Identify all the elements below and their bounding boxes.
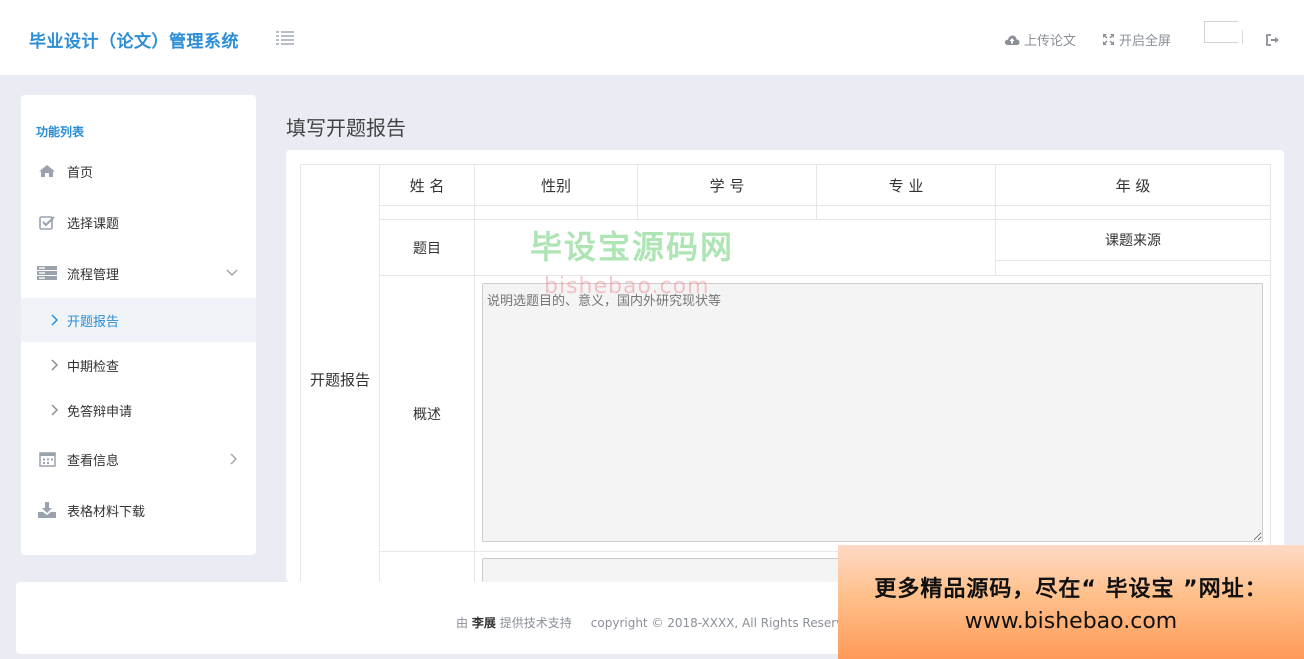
header-student-id: 学 号 (709, 176, 745, 195)
sidebar-item-label: 查看信息 (67, 453, 120, 469)
value-name-cell[interactable] (379, 205, 475, 220)
footer-prefix: 由 (456, 616, 469, 630)
footer-author-link[interactable]: 李展 (472, 616, 496, 630)
topic-label: 题目 (413, 240, 441, 257)
value-major-cell[interactable] (816, 205, 996, 220)
header-major: 专 业 (888, 176, 924, 195)
header-grade: 年 级 (1115, 176, 1151, 195)
sidebar-sub-item-label: 免答辩申请 (67, 404, 133, 420)
proposal-form-panel: 开题报告 姓 名 性别 学 号 专 业 年 级 题目 课题来源 概述 (286, 150, 1284, 582)
sidebar-heading: 功能列表 (36, 125, 85, 139)
sidebar-item-select-topic[interactable]: 选择课题 (21, 200, 256, 244)
sidebar-item-label: 流程管理 (67, 267, 120, 283)
sidebar-item-view-info[interactable]: 查看信息 (21, 437, 256, 481)
menu-toggle-button[interactable] (276, 30, 294, 46)
header-student-id-cell: 学 号 (637, 164, 817, 206)
calendar-icon (37, 451, 57, 467)
download-icon (37, 502, 57, 518)
list-icon (276, 31, 294, 45)
topic-source-label: 课题来源 (1105, 233, 1161, 249)
footer-suffix: 提供技术支持 (499, 616, 572, 630)
section-label: 开题报告 (309, 370, 370, 389)
footer-copyright: copyright © 2018-XXXX, All Rights Reserv… (590, 616, 851, 630)
next-label-cell (379, 551, 475, 582)
sidebar-item-home[interactable]: 首页 (21, 149, 256, 193)
sidebar-item-label: 表格材料下载 (67, 504, 146, 520)
footer-text: 由 李展 提供技术支持 copyright © 2018-XXXX, All R… (456, 614, 851, 631)
watermark-cn: 毕设宝源码网 (530, 228, 735, 266)
chevron-right-icon (51, 359, 59, 371)
sidebar-item-downloads[interactable]: 表格材料下载 (21, 488, 256, 532)
header-major-cell: 专 业 (816, 164, 996, 206)
checkbox-icon (37, 215, 57, 230)
section-label-cell: 开题报告 (300, 164, 380, 582)
expand-icon (1103, 34, 1114, 45)
value-gender-cell[interactable] (474, 205, 638, 220)
chevron-right-icon (230, 453, 238, 469)
header-gender: 性别 (540, 176, 571, 195)
sidebar-sub-item-midterm[interactable]: 中期检查 (21, 343, 256, 387)
sidebar-sub-item-proposal[interactable]: 开题报告 (21, 298, 256, 342)
sidebar-item-label: 选择课题 (67, 216, 120, 232)
overview-label: 概述 (413, 406, 441, 423)
fullscreen-button[interactable]: 开启全屏 (1102, 30, 1171, 49)
chevron-right-icon (51, 404, 59, 416)
header-grade-cell: 年 级 (995, 164, 1271, 206)
overview-textarea[interactable] (482, 283, 1263, 542)
header-gender-cell: 性别 (474, 164, 638, 206)
user-avatar[interactable] (1204, 21, 1238, 43)
header-divider (1242, 30, 1243, 44)
upload-thesis-button[interactable]: 上传论文 (1004, 30, 1076, 49)
app-title: 毕业设计（论文）管理系统 (29, 32, 239, 52)
sign-out-icon (1266, 34, 1279, 46)
server-icon (37, 266, 57, 280)
sidebar: 功能列表 首页 选择课题 流程管理 开题报告 中期检查 免答辩申请 查看信息 表… (21, 95, 256, 555)
topic-source-label-cell: 课题来源 (995, 219, 1271, 261)
topic-source-input-cell[interactable] (995, 260, 1271, 276)
cloud-upload-icon (1004, 35, 1020, 45)
sidebar-sub-item-defense-exemption[interactable]: 免答辩申请 (21, 388, 256, 432)
topic-label-cell: 题目 (379, 219, 475, 276)
fullscreen-label: 开启全屏 (1119, 34, 1172, 49)
promo-line-2: www.bishebao.com (964, 608, 1178, 634)
page-title: 填写开题报告 (286, 116, 406, 140)
watermark-en: bishebao.com (544, 274, 710, 299)
chevron-down-icon (226, 266, 238, 281)
chevron-right-icon (51, 314, 59, 326)
header-name: 姓 名 (409, 176, 445, 195)
logout-button[interactable] (1266, 31, 1280, 50)
value-student-id-cell[interactable] (637, 205, 817, 220)
promo-banner: 更多精品源码，尽在“ 毕设宝 ”网址： www.bishebao.com (838, 545, 1304, 659)
top-header: 毕业设计（论文）管理系统 上传论文 开启全屏 (0, 0, 1304, 76)
promo-line-1: 更多精品源码，尽在“ 毕设宝 ”网址： (874, 576, 1268, 602)
home-icon (37, 164, 57, 178)
sidebar-sub-item-label: 开题报告 (67, 314, 120, 330)
sidebar-item-label: 首页 (67, 165, 94, 181)
upload-thesis-label: 上传论文 (1024, 34, 1077, 49)
overview-label-cell: 概述 (379, 275, 475, 552)
sidebar-item-process[interactable]: 流程管理 (21, 251, 256, 295)
header-name-cell: 姓 名 (379, 164, 475, 206)
sidebar-sub-item-label: 中期检查 (67, 359, 120, 375)
value-grade-cell[interactable] (995, 205, 1271, 220)
